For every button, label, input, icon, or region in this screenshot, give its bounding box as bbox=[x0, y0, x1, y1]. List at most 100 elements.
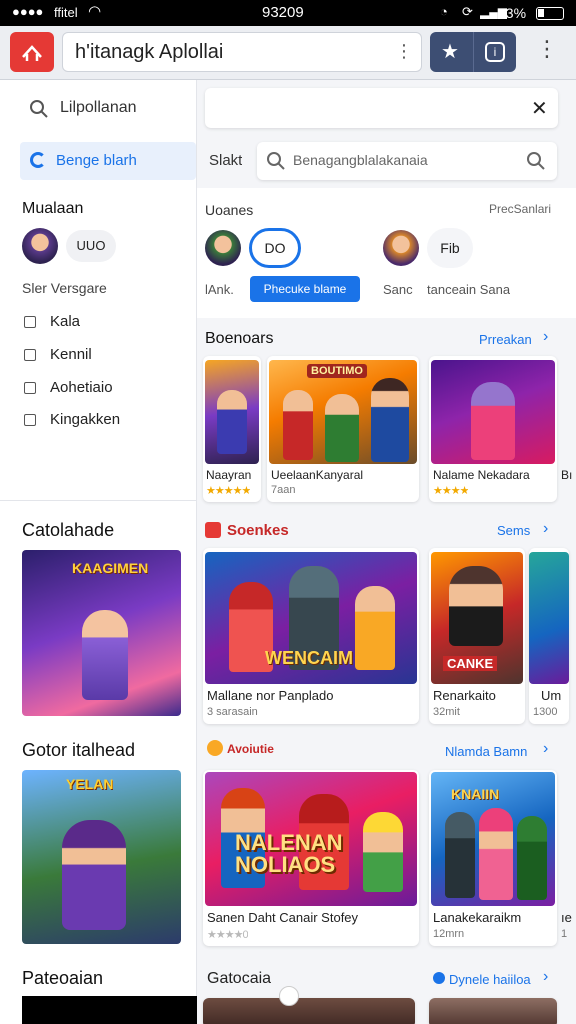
toolbar-group: ★ i bbox=[430, 32, 516, 72]
section-link[interactable]: Dynele haiiloa bbox=[449, 972, 531, 987]
chevron-right-icon[interactable]: › bbox=[543, 740, 548, 758]
checkbox-icon[interactable] bbox=[24, 414, 36, 426]
filter-search-placeholder: Benagangblalakanaia bbox=[293, 152, 428, 168]
sidebar-item-kingakken[interactable]: Kingakken bbox=[22, 410, 192, 432]
refresh-icon bbox=[30, 152, 46, 168]
sidebar-item-active[interactable]: Benge blarh bbox=[20, 142, 196, 180]
sidebar-item-label: Kingakken bbox=[50, 411, 121, 428]
game-meta: 1300 bbox=[533, 706, 558, 718]
main-content: ✕ Slakt Benagangblalakanaia Uoanes PrecS… bbox=[197, 80, 576, 1024]
users-panel: Uoanes PrecSanlari DO Fib lAnk. Phecuke … bbox=[197, 188, 576, 318]
search-icon bbox=[30, 100, 48, 118]
avatar[interactable] bbox=[22, 228, 58, 264]
battery-level: 13% bbox=[498, 5, 527, 21]
info-icon[interactable]: i bbox=[485, 42, 505, 62]
game-meta: 7aan bbox=[271, 484, 296, 496]
game-meta: 32mit bbox=[433, 706, 460, 718]
sidebar-search[interactable]: Lilpollanan bbox=[20, 92, 196, 126]
users-right-label[interactable]: PrecSanlari bbox=[489, 202, 551, 216]
rating-stars: ★★★★★ bbox=[206, 485, 251, 497]
game-title: Renarkaito bbox=[433, 688, 496, 703]
rating-stars: ★★★★0 bbox=[207, 929, 248, 941]
thumbnail-title: WENCAIM bbox=[265, 648, 353, 668]
filter-search[interactable]: Benagangblalakanaia bbox=[257, 142, 557, 180]
menu-icon[interactable]: ⋮ bbox=[536, 36, 558, 62]
section-logo-icon bbox=[205, 522, 221, 538]
users-label: Sanc bbox=[383, 282, 413, 297]
rating-stars: ★★★★ bbox=[433, 485, 469, 497]
game-title: UeelaanKanyaral bbox=[271, 468, 364, 482]
sidebar-section-title: Pateoaian bbox=[22, 968, 104, 988]
star-icon[interactable]: ★ bbox=[441, 39, 459, 64]
sidebar-item-label: Kennil bbox=[50, 346, 92, 363]
game-meta: 3 sarasain bbox=[207, 706, 258, 718]
section-logo-icon bbox=[433, 972, 445, 984]
user-badge-selected[interactable]: DO bbox=[249, 228, 301, 268]
sidebar-section-title: Catolahade bbox=[22, 520, 115, 540]
checkbox-icon[interactable] bbox=[24, 382, 36, 394]
user-badge[interactable]: UUO bbox=[66, 230, 116, 262]
game-title: Nalame Nekadara bbox=[433, 468, 530, 482]
game-thumbnail[interactable]: YELAN bbox=[22, 770, 181, 944]
game-title: Naayran bbox=[206, 468, 252, 482]
status-bar: ●●●● ffitel ◠ 93209 ◔ ⟳ ▂▄▆ 13% bbox=[0, 0, 576, 26]
chevron-right-icon[interactable]: › bbox=[543, 968, 548, 986]
game-title: Lanakekaraikm bbox=[433, 910, 522, 925]
section-title: Gatocaia bbox=[207, 970, 272, 987]
chevron-right-icon[interactable]: › bbox=[543, 328, 548, 346]
sidebar-video-bar[interactable] bbox=[22, 996, 197, 1024]
address-bar: h'itanagk Aplollai ⋮ ★ i ⋮ bbox=[0, 26, 576, 80]
users-title: Uoanes bbox=[205, 202, 254, 218]
game-card[interactable]: KNAIIN Lanakekaraikm 12mrn bbox=[429, 770, 557, 946]
section-link[interactable]: Prreakan bbox=[479, 332, 532, 347]
section-link[interactable]: Nlamda Bamn bbox=[445, 744, 527, 759]
thumbnail-title: YELAN bbox=[66, 776, 114, 792]
user-badge[interactable]: Fib bbox=[427, 228, 473, 268]
section-link[interactable]: Sems bbox=[497, 523, 530, 538]
checkbox-icon[interactable] bbox=[24, 316, 36, 328]
game-card[interactable]: Nalame Nekadara ★★★★ bbox=[429, 356, 557, 502]
primary-button[interactable]: Phecuke blame bbox=[250, 276, 360, 302]
game-card[interactable]: WENCAIM Mallane nor Panplado 3 sarasain bbox=[203, 548, 419, 724]
home-icon bbox=[22, 45, 42, 61]
game-thumbnail[interactable]: KAAGIMEN bbox=[22, 550, 181, 716]
sidebar-heading: Mualaan bbox=[22, 200, 84, 217]
thumbnail-title: BOUTIMO bbox=[307, 364, 367, 378]
game-card[interactable]: BOUTIMO UeelaanKanyaral 7aan bbox=[267, 356, 419, 502]
top-search-input[interactable]: ✕ bbox=[205, 88, 558, 128]
battery-icon bbox=[536, 7, 564, 20]
avatar[interactable] bbox=[383, 230, 419, 266]
section-logo-icon bbox=[207, 740, 223, 756]
filter-label[interactable]: Slakt bbox=[209, 152, 242, 169]
sidebar-section-title: Gotor italhead bbox=[22, 740, 136, 760]
mic-icon[interactable]: ⋮ bbox=[395, 41, 413, 62]
sidebar-search-value: Lilpollanan bbox=[60, 99, 137, 116]
game-card[interactable]: CANKE Renarkaito 32mit bbox=[429, 548, 525, 724]
thumbnail-title: KAAGIMEN bbox=[72, 560, 149, 576]
sidebar-item-kennil[interactable]: Kennil bbox=[22, 345, 192, 367]
chevron-right-icon[interactable]: › bbox=[543, 520, 548, 538]
search-icon[interactable] bbox=[525, 150, 547, 172]
game-card[interactable]: Um 1300 bbox=[529, 548, 569, 724]
game-meta: 12mrn bbox=[433, 928, 465, 940]
sidebar-item-aohetiaio[interactable]: Aohetiaio bbox=[22, 378, 192, 400]
avatar[interactable] bbox=[205, 230, 241, 266]
checkbox-icon[interactable] bbox=[24, 349, 36, 361]
game-card[interactable]: NALENAN NOLIAOS Sanen Daht Canair Stofey… bbox=[203, 770, 419, 946]
home-button[interactable] bbox=[10, 32, 54, 72]
scroll-indicator[interactable] bbox=[279, 986, 299, 1006]
sidebar-subheading: Sler Versgare bbox=[22, 280, 107, 296]
section-title: Soenkes bbox=[227, 522, 289, 539]
game-card[interactable]: Naayran ★★★★★ bbox=[203, 356, 261, 502]
close-icon[interactable]: ✕ bbox=[531, 96, 548, 121]
status-time: 93209 bbox=[262, 4, 304, 21]
game-card[interactable] bbox=[203, 998, 415, 1024]
users-label: lAnk. bbox=[205, 282, 234, 297]
users-label: tanceain Sana bbox=[427, 282, 511, 297]
sidebar: Lilpollanan Benge blarh Mualaan UUO Sler… bbox=[0, 80, 197, 1024]
game-card[interactable] bbox=[429, 998, 557, 1024]
game-title: Um bbox=[541, 688, 562, 703]
url-field[interactable]: h'itanagk Aplollai ⋮ bbox=[62, 32, 422, 72]
alarm-icon: ◔ bbox=[440, 4, 448, 19]
sidebar-item-kala[interactable]: Kala bbox=[22, 312, 192, 334]
